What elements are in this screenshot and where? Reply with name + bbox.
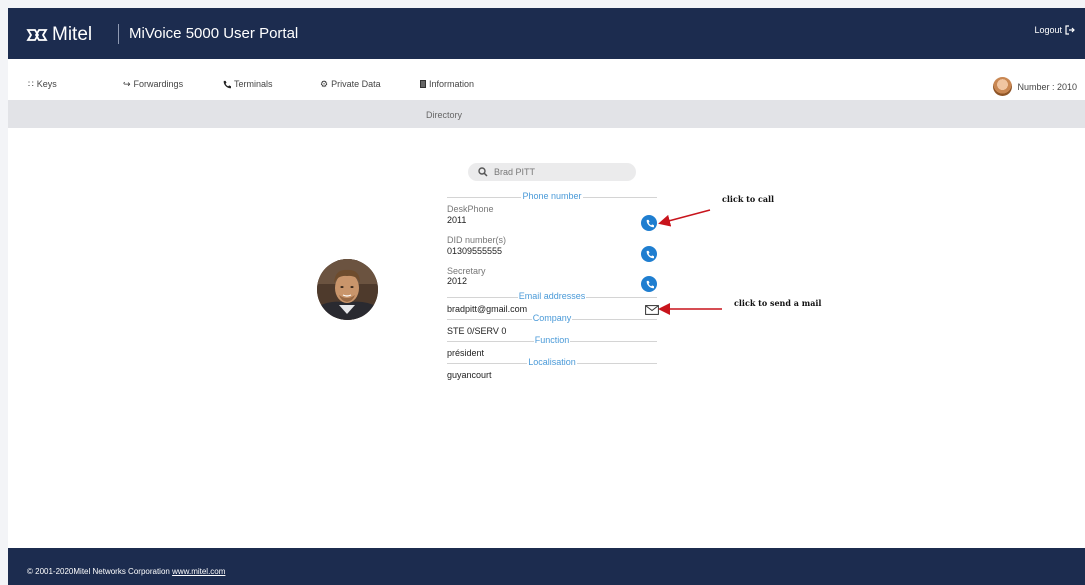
nav-item-private-data[interactable]: ⚙ Private Data: [320, 79, 381, 89]
section-title-function: Function: [533, 335, 571, 345]
nav-item-label: Private Data: [331, 79, 381, 89]
mitel-website-link[interactable]: www.mitel.com: [172, 567, 225, 576]
directory-label[interactable]: Directory: [426, 110, 462, 120]
annotation-click-to-mail: click to send a mail: [734, 298, 822, 308]
phone-icon: [646, 280, 654, 288]
nav-item-label: Forwardings: [133, 79, 184, 89]
section-title-company: Company: [531, 313, 573, 323]
logout-icon: [1065, 25, 1075, 35]
forward-arrow-icon: ↪: [123, 78, 131, 89]
nav-item-label: Terminals: [234, 79, 273, 89]
user-portal-page: Mitel MiVoice 5000 User Portal Logout ∷ …: [8, 8, 1085, 585]
mitel-logo-icon: [26, 29, 48, 41]
user-number-display[interactable]: Number : 2010: [993, 77, 1077, 96]
deskphone-label: DeskPhone: [447, 204, 494, 214]
nav-item-forwardings[interactable]: ↪ Forwardings: [123, 79, 183, 89]
call-secretary-button[interactable]: [641, 276, 657, 292]
brand-name: Mitel: [52, 24, 93, 45]
search-input[interactable]: [494, 167, 614, 177]
nav-item-label: Keys: [36, 79, 57, 89]
section-divider-phone: Phone number: [447, 191, 657, 201]
localisation-value: guyancourt: [447, 370, 492, 380]
footer-text: © 2001-2020Mitel Networks Corporation ww…: [27, 567, 225, 576]
logout-button[interactable]: Logout: [1034, 25, 1075, 35]
section-divider-localisation: Localisation: [447, 357, 657, 367]
copyright-text: © 2001-2020Mitel Networks Corporation: [27, 567, 173, 576]
call-deskphone-button[interactable]: [641, 215, 657, 231]
arrow-to-call-button: [658, 209, 711, 227]
logout-label: Logout: [1034, 25, 1062, 35]
did-value: 01309555555: [447, 246, 503, 256]
top-header: Mitel MiVoice 5000 User Portal Logout: [8, 8, 1085, 59]
keypad-icon: ∷: [28, 78, 34, 89]
section-title-phone: Phone number: [521, 191, 583, 201]
page-footer: © 2001-2020Mitel Networks Corporation ww…: [8, 548, 1085, 585]
document-icon: [420, 80, 426, 88]
deskphone-value: 2011: [447, 215, 467, 225]
phone-icon: [646, 219, 654, 227]
contact-photo-image: [317, 259, 378, 320]
contact-photo: [317, 259, 378, 320]
mitel-logo: Mitel: [26, 24, 92, 46]
gear-icon: ⚙: [320, 78, 329, 89]
section-divider-function: Function: [447, 335, 657, 345]
annotation-click-to-call: click to call: [722, 194, 775, 204]
section-title-localisation: Localisation: [527, 357, 577, 367]
directory-search[interactable]: [468, 163, 636, 181]
nav-item-information[interactable]: Information: [420, 79, 474, 89]
phone-icon: [646, 250, 654, 258]
user-number: Number : 2010: [1017, 81, 1077, 92]
secretary-label: Secretary: [447, 266, 486, 276]
nav-item-terminals[interactable]: Terminals: [222, 79, 273, 89]
call-did-button[interactable]: [641, 246, 657, 262]
did-label: DID number(s): [447, 235, 507, 245]
avatar: [993, 77, 1013, 96]
main-nav: ∷ Keys ↪ Forwardings Terminals ⚙ Private…: [8, 59, 1085, 100]
nav-item-label: Information: [429, 79, 475, 89]
directory-bar: Directory: [8, 100, 1085, 128]
section-divider-email: Email addresses: [447, 291, 657, 301]
section-title-email: Email addresses: [517, 291, 587, 301]
search-icon: [478, 167, 488, 177]
secretary-value: 2012: [447, 276, 468, 286]
section-divider-company: Company: [447, 313, 657, 323]
app-title: MiVoice 5000 User Portal: [118, 24, 298, 44]
phone-icon: [223, 80, 231, 88]
nav-item-keys[interactable]: ∷ Keys: [28, 79, 57, 89]
